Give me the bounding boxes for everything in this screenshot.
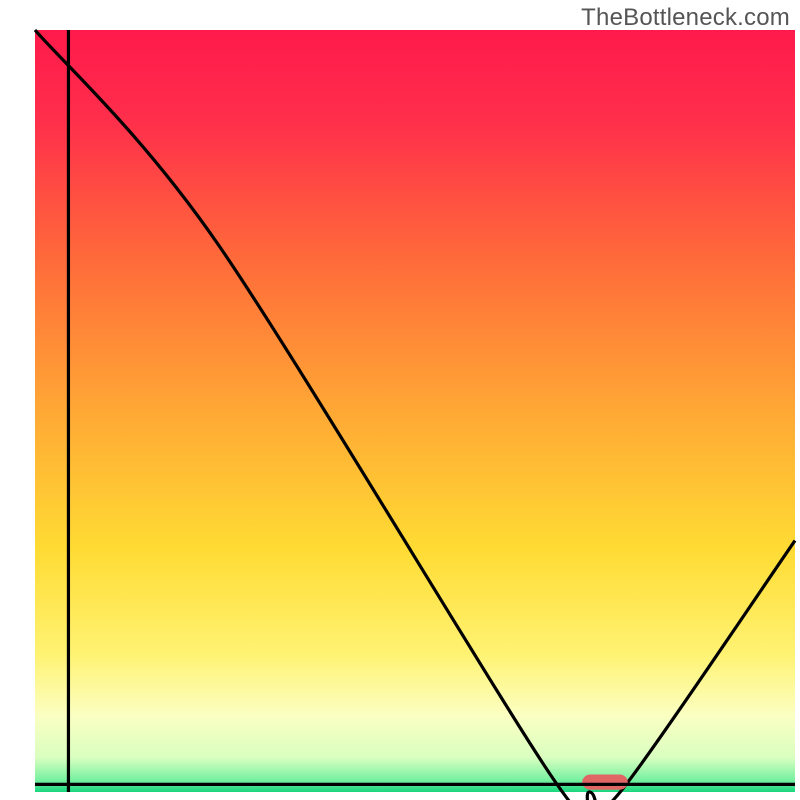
bottleneck-chart bbox=[0, 0, 800, 800]
optimal-marker bbox=[582, 774, 628, 789]
plot-background bbox=[35, 30, 795, 792]
